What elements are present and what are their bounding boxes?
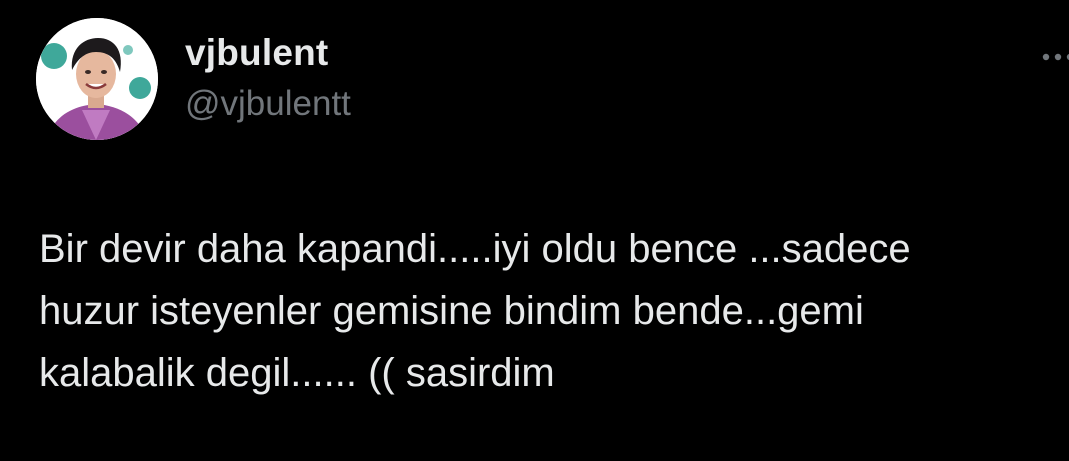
tweet-text-line: huzur isteyenler gemisine bindim bende..… (39, 289, 864, 333)
more-options-icon (1042, 53, 1069, 61)
tweet-card: vjbulent @vjbulentt Bir devir daha kapan… (0, 0, 1069, 461)
author-display-name[interactable]: vjbulent (185, 32, 328, 74)
tweet-text-line: kalabalik degil...... (( sasirdim (39, 351, 555, 395)
profile-photo-icon (36, 18, 158, 140)
author-handle[interactable]: @vjbulentt (185, 84, 351, 124)
tweet-text: Bir devir daha kapandi.....iyi oldu benc… (39, 218, 1069, 404)
more-options-button[interactable] (1036, 40, 1069, 74)
tweet-text-line: Bir devir daha kapandi.....iyi oldu benc… (39, 227, 911, 271)
author-avatar[interactable] (36, 18, 158, 140)
